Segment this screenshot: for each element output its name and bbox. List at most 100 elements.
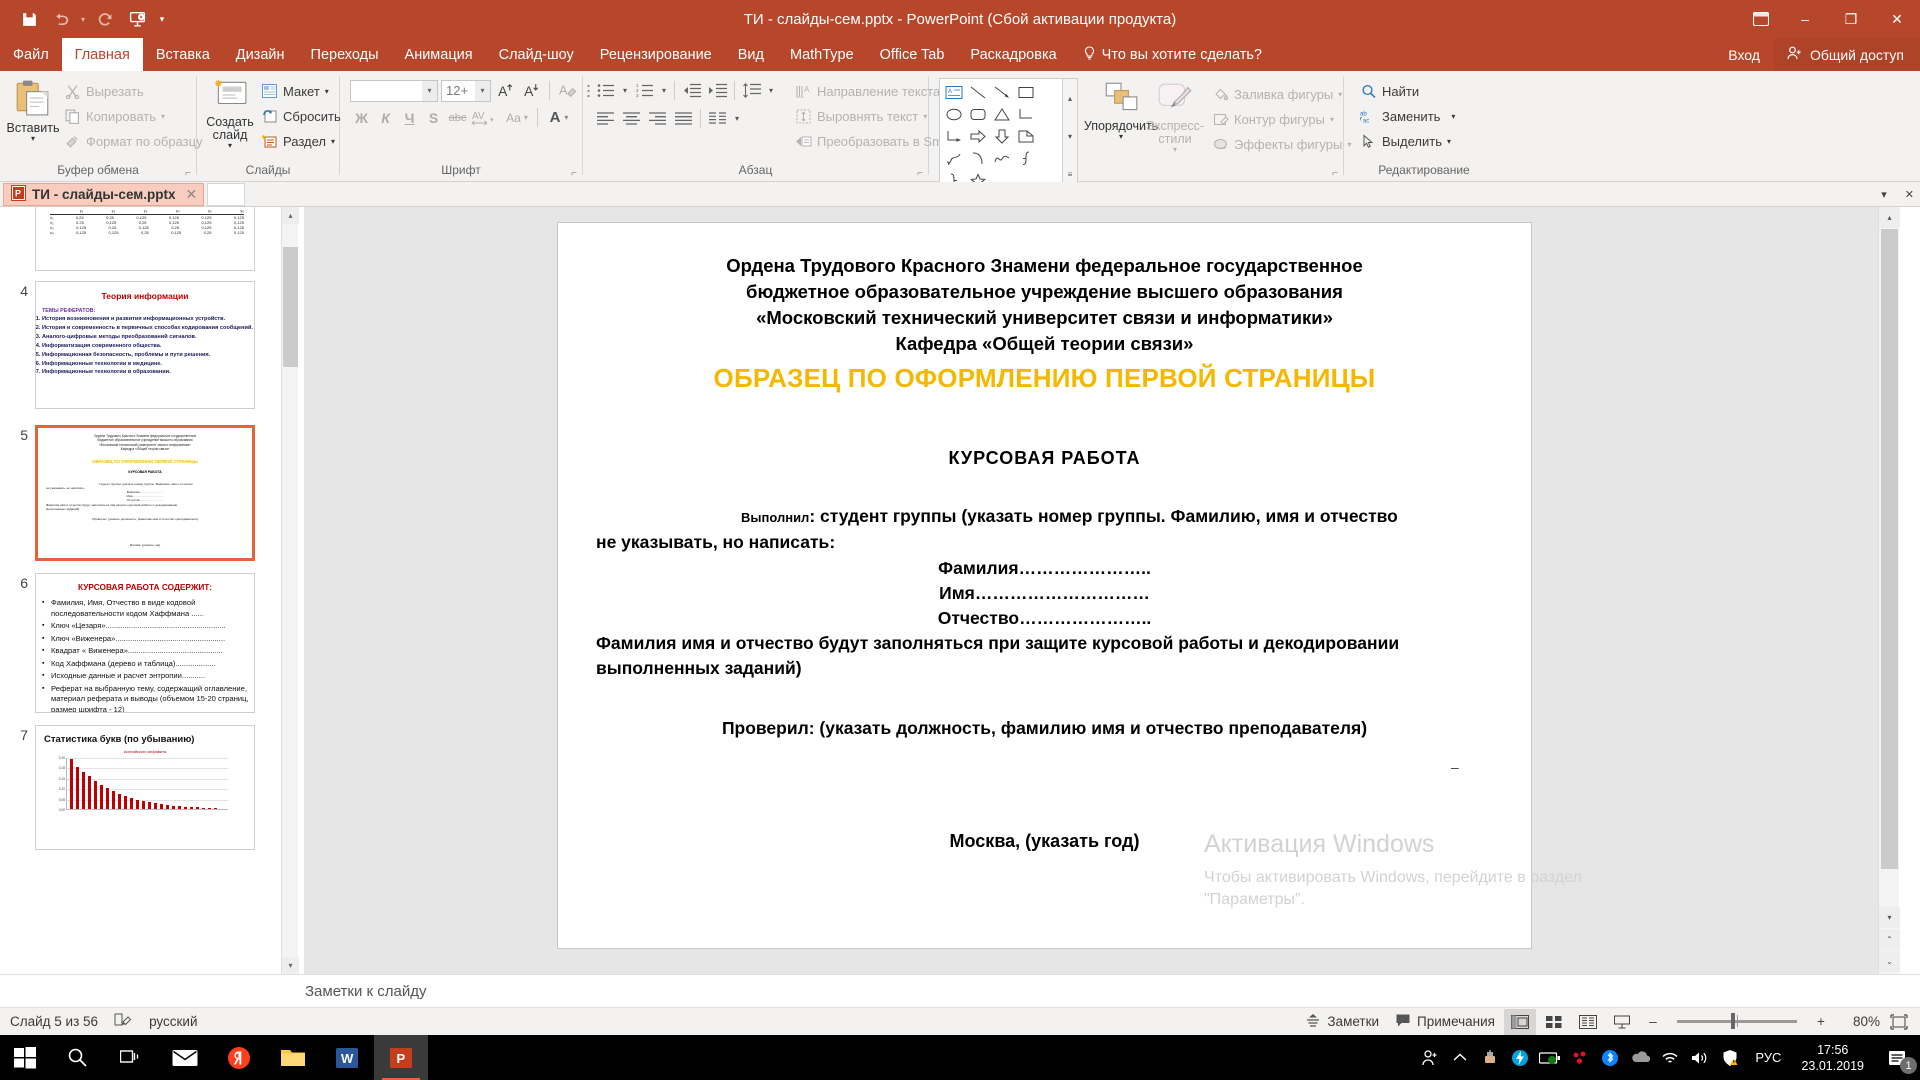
battery-icon[interactable]	[1535, 1035, 1565, 1080]
show-hidden-icons-icon[interactable]	[1445, 1035, 1475, 1080]
thumb-scrollbar-handle[interactable]	[283, 247, 298, 367]
select-button[interactable]: Выделить ▾	[1356, 129, 1459, 153]
justify-button[interactable]	[671, 107, 696, 130]
layout-button[interactable]: Макет ▾	[257, 79, 345, 103]
redo-icon[interactable]	[90, 5, 120, 33]
document-tab[interactable]: P ТИ - слайды-сем.pptx ✕	[3, 182, 205, 206]
clipboard-dialog-launcher[interactable]: ⌐	[185, 168, 191, 179]
copy-dropdown-icon[interactable]: ▾	[161, 112, 165, 120]
zoom-in-button[interactable]: +	[1808, 1009, 1834, 1035]
shape-scribble-icon[interactable]	[942, 147, 966, 169]
shape-curve-icon[interactable]	[990, 147, 1014, 169]
close-button[interactable]: ✕	[1874, 0, 1920, 38]
yandex-icon[interactable]	[212, 1035, 266, 1080]
thumb-scroll-down-icon[interactable]: ▾	[282, 957, 299, 974]
shape-right-arrow-icon[interactable]	[966, 125, 990, 147]
underline-button[interactable]: Ч	[398, 106, 421, 129]
shape-textbox-icon[interactable]: A	[942, 81, 966, 103]
slide-editing-stage[interactable]: Ордена Трудового Красного Знамени федера…	[304, 207, 1900, 974]
save-icon[interactable]	[14, 5, 44, 33]
tab-office-tab[interactable]: Office Tab	[867, 38, 958, 71]
thumbnail-row-4[interactable]: 4 Теория информации ТЕМЫ РЕФЕРАТОВ: Исто…	[0, 281, 277, 409]
volume-icon[interactable]	[1685, 1035, 1715, 1080]
font-dialog-launcher[interactable]: ⌐	[571, 168, 577, 179]
shape-arrow-icon[interactable]	[990, 81, 1014, 103]
tab-design[interactable]: Дизайн	[223, 38, 298, 71]
bold-button[interactable]: Ж	[350, 106, 373, 129]
format-painter-button[interactable]: Формат по образцу	[60, 129, 207, 153]
undo-icon[interactable]	[46, 5, 76, 33]
change-case-button[interactable]: Aa ▾	[501, 106, 533, 129]
maximize-button[interactable]: ❐	[1828, 0, 1874, 38]
quick-styles-button[interactable]: Экспресс-стили ▾	[1146, 78, 1204, 154]
customize-qat-icon[interactable]: ▾	[154, 5, 170, 33]
arrange-button[interactable]: Упорядочить ▾	[1084, 78, 1158, 141]
shape-elbow-connector-icon[interactable]	[1014, 103, 1038, 125]
columns-dropdown-icon[interactable]: ▾	[731, 107, 743, 130]
slide-checked-by[interactable]: Проверил: (указать должность, фамилию им…	[558, 718, 1531, 739]
undo-dropdown-icon[interactable]: ▾	[78, 5, 88, 33]
paste-dropdown-icon[interactable]: ▾	[31, 135, 35, 143]
red-app-icon[interactable]	[1565, 1035, 1595, 1080]
tray-clock[interactable]: 17:56 23.01.2019	[1791, 1042, 1874, 1074]
tab-transitions[interactable]: Переходы	[298, 38, 392, 71]
slide-work-type[interactable]: КУРСОВАЯ РАБОТА	[558, 448, 1531, 469]
slide-field-surname[interactable]: Фамилия…………………..	[558, 556, 1531, 581]
new-document-tab-button[interactable]	[207, 182, 246, 206]
slide-org-block[interactable]: Ордена Трудового Красного Знамени федера…	[558, 253, 1531, 357]
tell-me-box[interactable]: Что вы хотите сделать?	[1070, 38, 1275, 71]
font-color-button[interactable]: A ▾	[542, 106, 576, 129]
tab-animations[interactable]: Анимация	[392, 38, 486, 71]
zoom-slider-handle[interactable]	[1731, 1013, 1735, 1029]
slideshow-view-icon[interactable]	[1606, 1009, 1638, 1035]
shape-line-icon[interactable]	[966, 81, 990, 103]
onedrive-icon[interactable]	[1625, 1035, 1655, 1080]
stage-scroll-down-icon[interactable]: ▾	[1879, 907, 1900, 928]
defender-warning-icon[interactable]	[1715, 1035, 1745, 1080]
shapes-scroll-up-icon[interactable]: ▴	[1063, 79, 1077, 117]
shape-elbow-arrow-icon[interactable]	[942, 125, 966, 147]
notes-pane[interactable]: Заметки к слайду	[0, 974, 1920, 1009]
shape-rectangle-icon[interactable]	[1014, 81, 1038, 103]
thumbnail-slide-3[interactable]: y₁ y₂ y₃ y₄ y₅ y₆ x₁ 0,25 0,25 0,125 0,125 0,125 0,…	[35, 207, 255, 271]
shape-outline-button[interactable]: Контур фигуры ▾	[1208, 107, 1355, 131]
columns-button[interactable]	[705, 107, 730, 130]
task-view-icon[interactable]	[104, 1035, 158, 1080]
reading-view-icon[interactable]	[1572, 1009, 1604, 1035]
thumbnail-slide-4[interactable]: Теория информации ТЕМЫ РЕФЕРАТОВ: Истори…	[35, 281, 255, 409]
slide-note-block[interactable]: Фамилия имя и отчество будут заполняться…	[596, 631, 1496, 681]
stage-scrollbar-handle[interactable]	[1881, 229, 1898, 869]
stage-prev-slide-icon[interactable]: ⌃	[1879, 929, 1900, 950]
section-dropdown-icon[interactable]: ▾	[331, 137, 335, 145]
decrease-font-size-button[interactable]: A	[520, 79, 543, 102]
slide-sorter-icon[interactable]	[1538, 1009, 1570, 1035]
increase-font-size-button[interactable]: A	[494, 79, 517, 102]
shape-left-brace-icon[interactable]	[1014, 147, 1038, 169]
slide-stage-scrollbar[interactable]: ▴ ▾ ⌃ ⌄	[1878, 207, 1900, 974]
slide-canvas[interactable]: Ордена Трудового Красного Знамени федера…	[557, 222, 1532, 949]
minimize-button[interactable]: –	[1782, 0, 1828, 38]
numbering-button[interactable]: 123	[632, 79, 657, 102]
tab-home[interactable]: Главная	[61, 38, 143, 71]
quick-styles-dropdown-icon[interactable]: ▾	[1173, 146, 1177, 154]
file-explorer-icon[interactable]	[266, 1035, 320, 1080]
tray-language[interactable]: РУС	[1745, 1050, 1791, 1065]
font-name-dropdown-icon[interactable]: ▾	[422, 80, 437, 101]
tab-storyboarding[interactable]: Раскадровка	[957, 38, 1069, 71]
language-indicator[interactable]: русский	[149, 1014, 197, 1029]
word-icon[interactable]: W	[320, 1035, 374, 1080]
stage-scroll-up-icon[interactable]: ▴	[1879, 207, 1900, 228]
clear-formatting-button[interactable]: A	[556, 79, 579, 102]
thumbnail-slide-7[interactable]: Статистика букв (по убыванию) Английског…	[35, 725, 255, 850]
zoom-out-button[interactable]: –	[1640, 1009, 1666, 1035]
notes-toggle-button[interactable]: Заметки	[1298, 1009, 1386, 1035]
tab-view[interactable]: Вид	[725, 38, 777, 71]
fit-slide-icon[interactable]	[1882, 1009, 1916, 1035]
people-icon[interactable]	[1415, 1035, 1445, 1080]
paste-button[interactable]: Вставить ▾	[6, 76, 60, 143]
tab-slideshow[interactable]: Слайд-шоу	[486, 38, 587, 71]
document-tab-close-icon[interactable]: ✕	[186, 186, 198, 203]
zoom-level[interactable]: 80%	[1836, 1014, 1880, 1029]
new-slide-dropdown-icon[interactable]: ▾	[228, 142, 232, 150]
slide-counter[interactable]: Слайд 5 из 56	[10, 1014, 98, 1029]
